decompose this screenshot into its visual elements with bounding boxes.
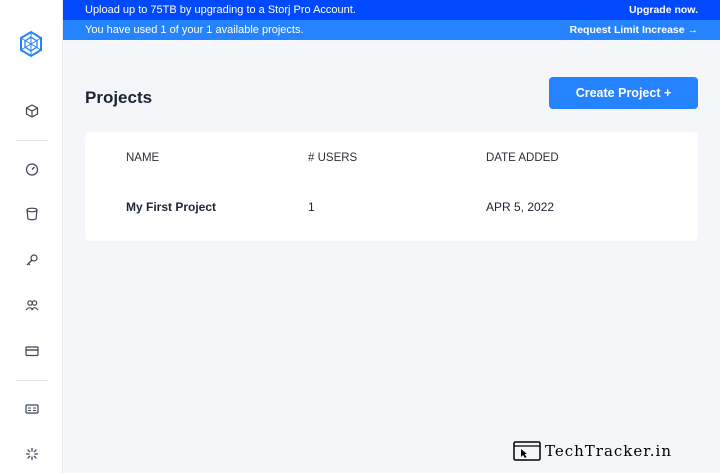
upgrade-banner: Upload up to 75TB by upgrading to a Stor… [63, 0, 720, 20]
resources-icon[interactable] [24, 401, 40, 417]
request-limit-increase-link[interactable]: Request Limit Increase → [570, 24, 698, 36]
upgrade-banner-message: Upload up to 75TB by upgrading to a Stor… [85, 4, 356, 16]
projects-table: NAME # USERS DATE ADDED My First Project… [85, 132, 698, 241]
credit-card-icon[interactable] [24, 343, 40, 359]
bucket-icon[interactable] [24, 206, 40, 222]
column-header-users: # USERS [308, 152, 358, 164]
project-date-added: APR 5, 2022 [486, 200, 555, 214]
upgrade-now-link[interactable]: Upgrade now. [629, 4, 698, 16]
users-icon[interactable] [24, 297, 40, 313]
project-name[interactable]: My First Project [126, 200, 216, 214]
create-project-button[interactable]: Create Project + [549, 77, 698, 109]
browser-cursor-icon [513, 441, 541, 461]
sidebar-divider [16, 380, 48, 381]
project-users-count: 1 [308, 200, 315, 214]
dashboard-gauge-icon[interactable] [24, 161, 40, 177]
settings-icon[interactable] [24, 446, 40, 462]
watermark: TechTracker.in [513, 441, 672, 461]
storj-logo-icon[interactable] [18, 30, 44, 58]
page-title: Projects [85, 88, 153, 107]
watermark-text: TechTracker.in [545, 442, 673, 460]
column-header-name: NAME [126, 152, 160, 164]
key-icon[interactable] [24, 252, 40, 268]
project-limit-message: You have used 1 of your 1 available proj… [85, 24, 304, 36]
sidebar [0, 0, 63, 473]
column-header-date-added: DATE ADDED [486, 152, 559, 164]
cube-icon[interactable] [24, 103, 40, 119]
project-limit-banner: You have used 1 of your 1 available proj… [63, 20, 720, 40]
sidebar-divider [16, 140, 48, 141]
